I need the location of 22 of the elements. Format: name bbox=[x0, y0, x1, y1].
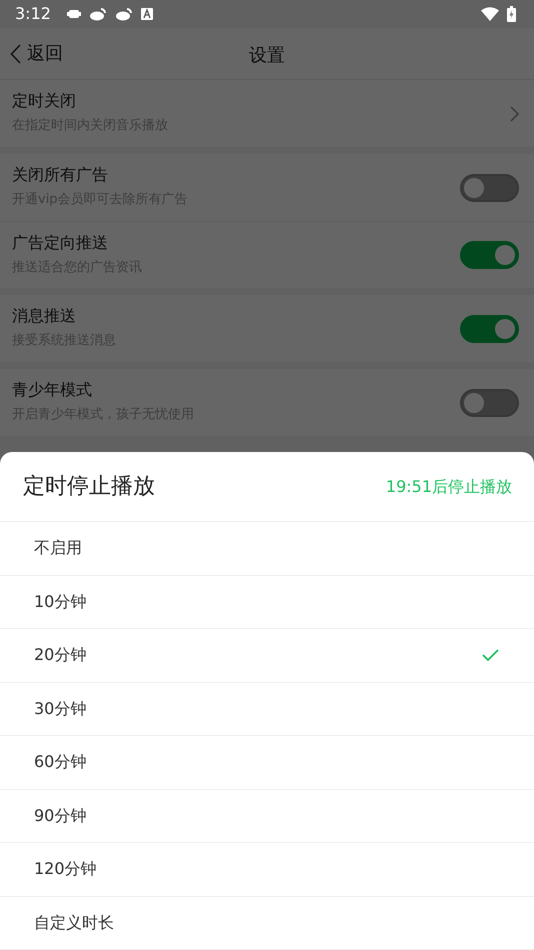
setting-title: 消息推送 bbox=[12, 306, 77, 328]
robot-icon bbox=[66, 8, 81, 20]
setting-title: 青少年模式 bbox=[12, 380, 93, 402]
keyboard-icon bbox=[140, 8, 153, 20]
weibo-icon bbox=[114, 7, 133, 21]
page-title: 设置 bbox=[249, 44, 285, 68]
setting-title: 关闭所有广告 bbox=[12, 165, 109, 186]
back-icon bbox=[10, 44, 21, 64]
status-time: 3:12 bbox=[15, 3, 51, 25]
wifi-icon bbox=[481, 7, 499, 21]
checkmark-icon bbox=[482, 649, 499, 662]
setting-title: 广告定向推送 bbox=[12, 232, 109, 254]
battery-icon bbox=[507, 6, 516, 22]
stop-time-status: 19:51后停止播放 bbox=[386, 476, 512, 498]
toggle-switch[interactable] bbox=[460, 241, 519, 269]
toggle-switch[interactable] bbox=[460, 314, 519, 342]
toggle-switch[interactable] bbox=[460, 388, 519, 416]
weibo-icon bbox=[88, 7, 107, 21]
sheet-title: 定时停止播放 bbox=[23, 473, 155, 501]
setting-title: 定时关闭 bbox=[12, 91, 77, 112]
toggle-switch[interactable] bbox=[460, 174, 519, 202]
chevron-right-icon bbox=[510, 106, 519, 122]
